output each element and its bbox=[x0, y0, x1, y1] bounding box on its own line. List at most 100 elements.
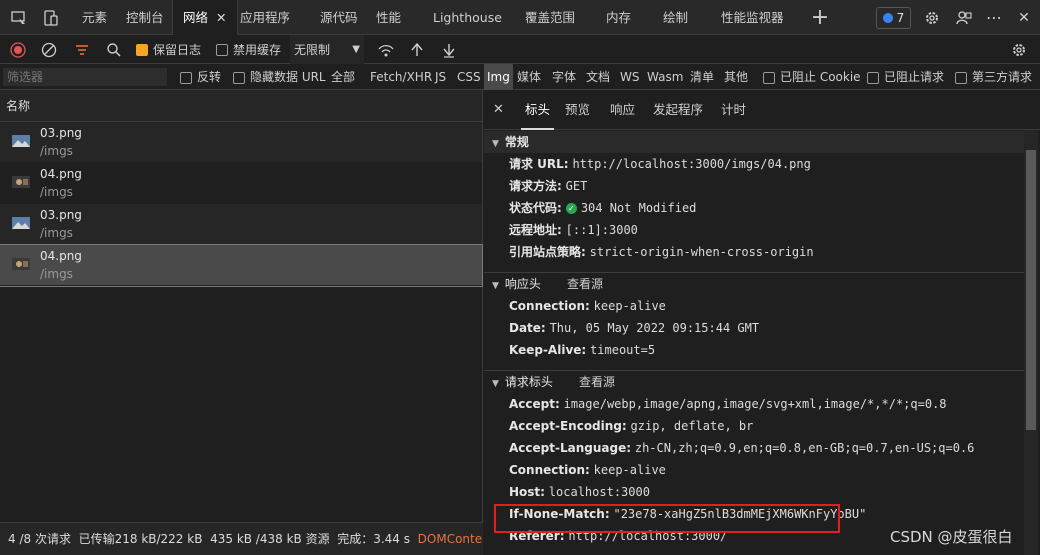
filter-type-img[interactable]: Img bbox=[484, 64, 513, 90]
filter-type-manifest[interactable]: 清单 bbox=[690, 64, 714, 90]
header-row: Connection: keep-alive bbox=[484, 295, 1024, 317]
request-row[interactable]: 03.png /imgs bbox=[0, 122, 482, 163]
network-conditions-icon[interactable] bbox=[377, 35, 395, 64]
details-tab-bar: ✕ 标头 预览 响应 发起程序 计时 bbox=[484, 90, 1040, 130]
request-path: /imgs bbox=[40, 267, 73, 281]
hide-data-url-checkbox[interactable]: 隐藏数据 URL bbox=[233, 64, 326, 90]
view-source-link[interactable]: 查看源 bbox=[579, 375, 615, 389]
blocked-cookies-checkbox[interactable]: 已阻止 Cookie bbox=[763, 64, 861, 90]
tab-headers[interactable]: 标头 bbox=[521, 90, 555, 130]
header-key: Host: bbox=[509, 485, 545, 499]
export-har-icon[interactable] bbox=[441, 35, 457, 64]
request-path: /imgs bbox=[40, 144, 73, 158]
filter-type-css[interactable]: CSS bbox=[457, 64, 481, 90]
filter-bar: 反转 隐藏数据 URL 全部 Fetch/XHR JS CSS Img 媒体 字… bbox=[0, 64, 1040, 90]
add-tab-icon[interactable]: + bbox=[810, 0, 830, 35]
filter-type-media[interactable]: 媒体 bbox=[517, 64, 541, 90]
response-headers-section: ▼ 响应头 查看源 Connection: keep-alive Date: Thu… bbox=[484, 272, 1024, 361]
tab-memory[interactable]: 内存 bbox=[606, 0, 631, 35]
filter-type-all[interactable]: 全部 bbox=[331, 64, 355, 90]
tab-rendering[interactable]: 绘制 bbox=[663, 0, 688, 35]
request-name: 03.png bbox=[40, 126, 82, 140]
tab-preview[interactable]: 预览 bbox=[565, 90, 590, 130]
tab-performance[interactable]: 性能 bbox=[376, 0, 401, 35]
header-row: Host: localhost:3000 bbox=[484, 481, 1024, 503]
response-headers-header[interactable]: ▼ 响应头 查看源 bbox=[484, 273, 1024, 295]
tab-network-label: 网络 bbox=[183, 10, 209, 25]
request-row-selected[interactable]: 04.png /imgs bbox=[0, 244, 483, 287]
filter-type-ws[interactable]: WS bbox=[620, 64, 639, 90]
device-emulation-icon[interactable] bbox=[40, 0, 62, 35]
resources-size: 435 kB /438 kB 资源 bbox=[210, 532, 330, 546]
more-options-icon[interactable]: ⋯ bbox=[984, 0, 1004, 35]
filter-input[interactable] bbox=[3, 68, 167, 86]
tab-response[interactable]: 响应 bbox=[610, 90, 635, 130]
settings-gear-icon[interactable] bbox=[922, 0, 942, 35]
inspect-element-icon[interactable] bbox=[8, 0, 30, 35]
request-count: 4 /8 次请求 bbox=[8, 532, 71, 546]
header-row: Accept-Encoding: gzip, deflate, br bbox=[484, 415, 1024, 437]
tab-application[interactable]: 应用程序 bbox=[240, 0, 290, 35]
tab-timing[interactable]: 计时 bbox=[721, 90, 746, 130]
request-headers-header[interactable]: ▼ 请求标头 查看源 bbox=[484, 371, 1024, 393]
tab-initiator[interactable]: 发起程序 bbox=[653, 90, 703, 130]
record-stop-icon[interactable] bbox=[10, 35, 26, 64]
header-key: Accept-Encoding: bbox=[509, 419, 627, 433]
transferred-size: 已传输218 kB/222 kB bbox=[78, 532, 203, 546]
general-title: 常规 bbox=[504, 135, 529, 149]
third-party-checkbox[interactable]: 第三方请求 bbox=[955, 64, 1032, 90]
issues-badge[interactable]: 7 bbox=[876, 7, 911, 29]
throttle-select[interactable]: 无限制 ▼ bbox=[290, 35, 364, 64]
finish-time: 完成：3.44 s bbox=[337, 532, 411, 546]
filter-type-fetch-xhr[interactable]: Fetch/XHR bbox=[370, 64, 432, 90]
checkbox-box bbox=[180, 71, 192, 84]
preserve-log-checkbox[interactable]: 保留日志 bbox=[136, 35, 201, 64]
user-connect-icon[interactable] bbox=[954, 0, 974, 35]
header-row: 状态代码: ✓ 304 Not Modified bbox=[484, 197, 1024, 219]
header-key: 引用站点策略: bbox=[509, 245, 586, 259]
header-value: gzip, deflate, br bbox=[630, 419, 754, 433]
details-scrollbar[interactable] bbox=[1024, 130, 1038, 555]
general-section-header[interactable]: ▼ 常规 bbox=[484, 131, 1024, 153]
request-name: 04.png bbox=[40, 249, 82, 263]
view-source-link[interactable]: 查看源 bbox=[567, 277, 603, 291]
filter-type-other[interactable]: 其他 bbox=[724, 64, 748, 90]
header-row: Accept: image/webp,image/apng,image/svg+… bbox=[484, 393, 1024, 415]
tab-elements[interactable]: 元素 bbox=[82, 0, 107, 35]
close-details-icon[interactable]: ✕ bbox=[493, 90, 504, 130]
tab-performance-monitor[interactable]: 性能监视器 bbox=[721, 0, 784, 35]
request-path: /imgs bbox=[40, 226, 73, 240]
tab-sources[interactable]: 源代码 bbox=[320, 0, 358, 35]
header-value: zh-CN,zh;q=0.9,en;q=0.8,en-GB;q=0.7,en-U… bbox=[634, 441, 975, 455]
close-icon[interactable]: ✕ bbox=[216, 10, 226, 25]
filter-icon[interactable] bbox=[74, 35, 90, 64]
column-header-name[interactable]: 名称 bbox=[0, 90, 482, 122]
tab-console[interactable]: 控制台 bbox=[126, 0, 164, 35]
tab-network[interactable]: 网络 ✕ bbox=[172, 0, 238, 35]
disable-cache-checkbox[interactable]: 禁用缓存 bbox=[216, 35, 281, 64]
header-key: Connection: bbox=[509, 299, 590, 313]
filter-type-js[interactable]: JS bbox=[435, 64, 446, 90]
blocked-requests-label: 已阻止请求 bbox=[884, 70, 945, 84]
blocked-requests-checkbox[interactable]: 已阻止请求 bbox=[867, 64, 944, 90]
clear-icon[interactable] bbox=[41, 35, 57, 64]
request-row[interactable]: 04.png /imgs bbox=[0, 163, 482, 204]
filter-type-doc[interactable]: 文档 bbox=[586, 64, 610, 90]
request-details-panel: ✕ 标头 预览 响应 发起程序 计时 ▼ 常规 请求 URL: http://lo… bbox=[484, 90, 1040, 555]
filter-type-wasm[interactable]: Wasm bbox=[647, 64, 683, 90]
header-value: image/webp,image/apng,image/svg+xml,imag… bbox=[563, 397, 947, 411]
search-icon[interactable] bbox=[106, 35, 122, 64]
scrollbar-thumb[interactable] bbox=[1026, 150, 1036, 430]
invert-checkbox[interactable]: 反转 bbox=[180, 64, 221, 90]
network-settings-gear-icon[interactable] bbox=[1011, 35, 1027, 64]
status-ok-icon: ✓ bbox=[565, 203, 577, 214]
import-har-icon[interactable] bbox=[409, 35, 425, 64]
filter-type-font[interactable]: 字体 bbox=[552, 64, 576, 90]
close-devtools-icon[interactable]: ✕ bbox=[1014, 0, 1034, 35]
request-row[interactable]: 03.png /imgs bbox=[0, 204, 482, 245]
tab-coverage[interactable]: 覆盖范围 bbox=[525, 0, 575, 35]
header-key: 远程地址: bbox=[509, 223, 562, 237]
third-party-label: 第三方请求 bbox=[972, 70, 1033, 84]
header-row: Connection: keep-alive bbox=[484, 459, 1024, 481]
tab-lighthouse[interactable]: Lighthouse bbox=[433, 0, 502, 35]
